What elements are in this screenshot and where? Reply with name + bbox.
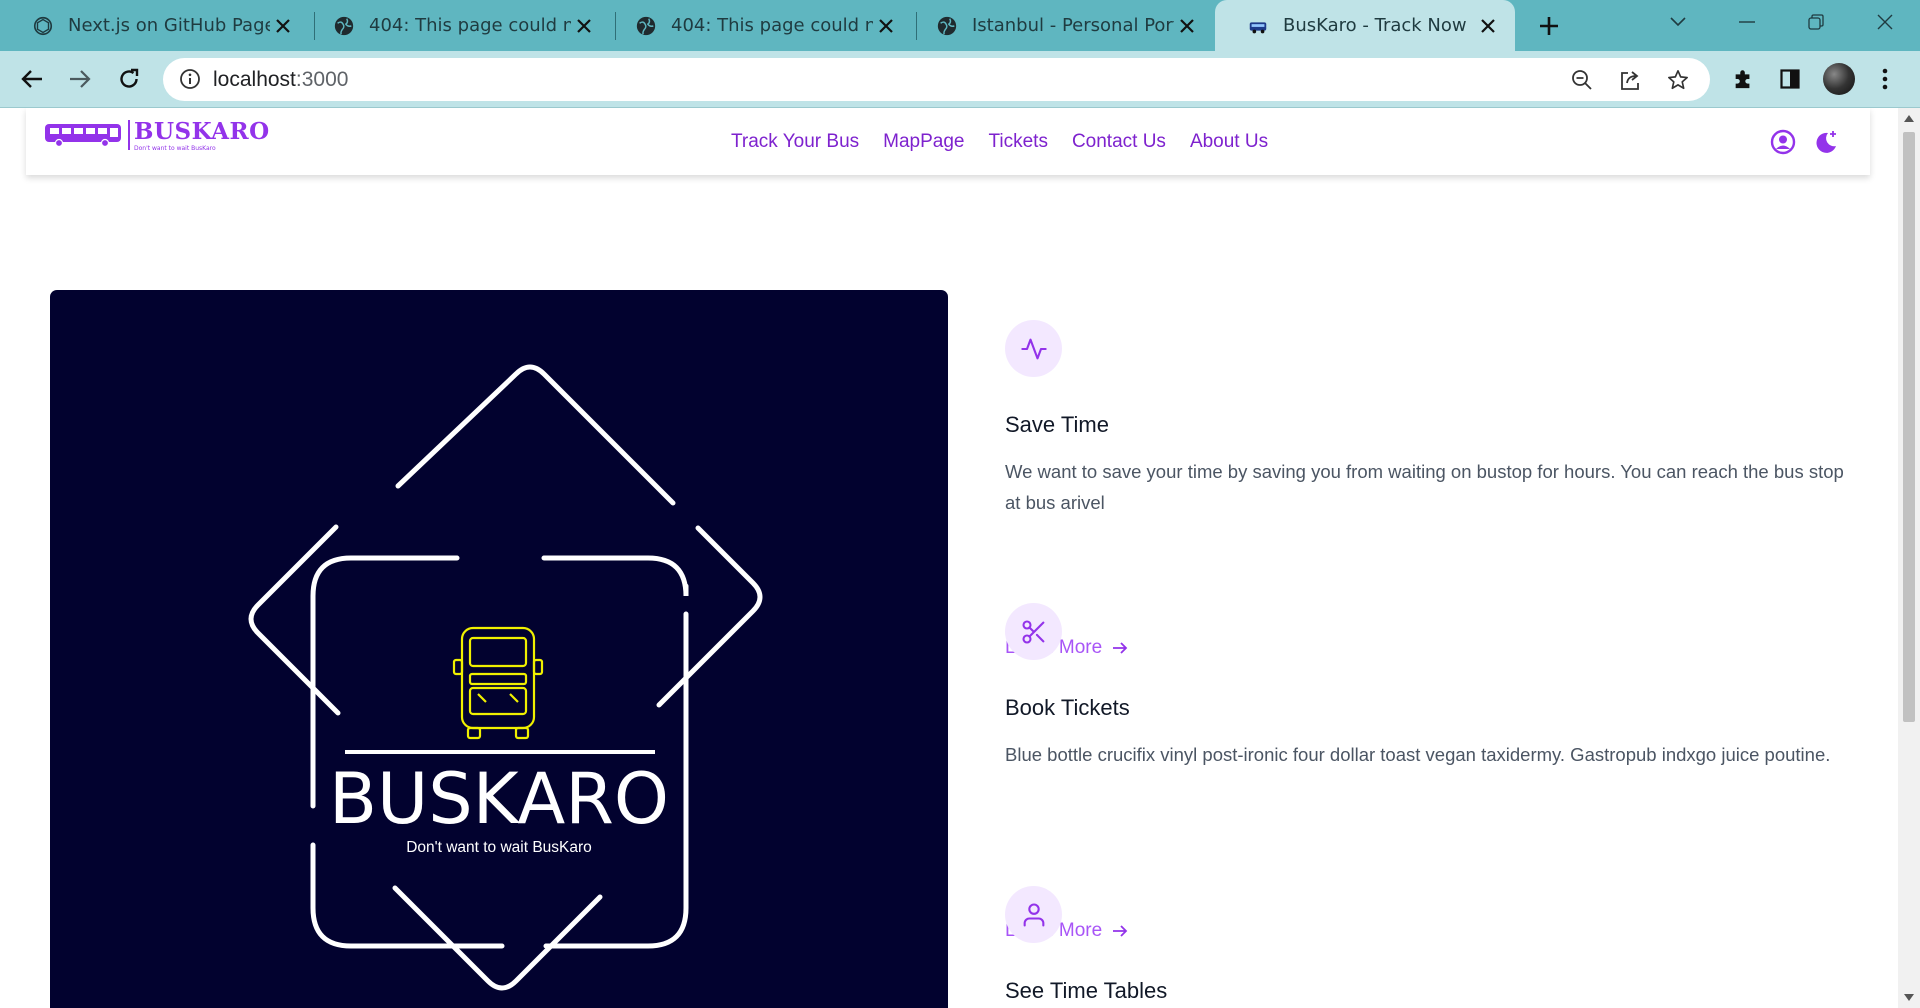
bus-logo-icon bbox=[45, 124, 121, 148]
user-circle-icon bbox=[1770, 129, 1796, 155]
brand-divider bbox=[128, 120, 130, 150]
feature-title: Save Time bbox=[1005, 412, 1109, 437]
account-button[interactable] bbox=[1768, 127, 1798, 157]
nav-link-track-your-bus[interactable]: Track Your Bus bbox=[731, 131, 859, 153]
page-scrollbar[interactable] bbox=[1898, 108, 1920, 1008]
globe-icon bbox=[334, 16, 354, 35]
puzzle-icon bbox=[1735, 70, 1750, 89]
scroll-up-button[interactable] bbox=[1903, 113, 1915, 123]
feature-description: We want to save your time by saving you … bbox=[1005, 461, 1844, 513]
info-icon[interactable] bbox=[179, 68, 201, 90]
feature-description: Blue bottle crucifix vinyl post-ironic f… bbox=[1005, 744, 1831, 765]
close-window-button[interactable] bbox=[1855, 0, 1915, 44]
hero-logo-image: BUSKARO Don't want to wait BusKaro bbox=[50, 290, 948, 1008]
feature-title: See Time Tables bbox=[1005, 978, 1168, 1003]
scissors-icon-circle bbox=[1005, 603, 1062, 660]
close-icon[interactable] bbox=[1475, 13, 1501, 39]
tab-search-button[interactable] bbox=[1648, 0, 1708, 44]
user-icon-circle bbox=[1005, 886, 1062, 943]
profile-avatar[interactable] bbox=[1823, 63, 1855, 95]
minimize-icon bbox=[1739, 21, 1755, 23]
activity-icon-circle bbox=[1005, 320, 1062, 377]
nav-links: Track Your Bus MapPage Tickets Contact U… bbox=[731, 131, 1268, 153]
activity-icon bbox=[1020, 338, 1047, 359]
menu-button[interactable] bbox=[1866, 60, 1904, 98]
tab-nextjs[interactable]: Next.js on GitHub Pages bbox=[0, 0, 310, 51]
reload-icon bbox=[120, 68, 139, 88]
triangle-down-icon bbox=[1904, 993, 1914, 1001]
close-icon bbox=[1877, 14, 1893, 30]
tab-title: 404: This page could not be found bbox=[369, 15, 571, 36]
url-host: localhost bbox=[213, 68, 296, 91]
more-vert-icon bbox=[1882, 68, 1888, 90]
close-icon[interactable] bbox=[873, 13, 899, 39]
tab-strip: Next.js on GitHub Pages 404: This page c… bbox=[0, 0, 1920, 51]
url-text[interactable]: localhost:3000 bbox=[213, 68, 348, 92]
forward-button[interactable] bbox=[61, 60, 99, 98]
address-bar[interactable]: localhost:3000 bbox=[163, 58, 1710, 101]
openai-icon bbox=[33, 16, 53, 35]
close-icon[interactable] bbox=[571, 13, 597, 39]
feature-see-time-tables: See Time Tables bbox=[1005, 886, 1865, 1008]
arrow-right-icon bbox=[70, 70, 91, 88]
reload-button[interactable] bbox=[110, 60, 148, 98]
nav-link-about-us[interactable]: About Us bbox=[1190, 131, 1268, 153]
share-button[interactable] bbox=[1612, 62, 1648, 98]
feature-title: Book Tickets bbox=[1005, 695, 1130, 720]
feature-book-tickets: Book Tickets Blue bottle crucifix vinyl … bbox=[1005, 603, 1865, 941]
site-navbar: BUSKARO Don't want to wait BusKaro Track… bbox=[26, 108, 1870, 175]
nav-link-tickets[interactable]: Tickets bbox=[988, 131, 1047, 153]
side-panel-icon bbox=[1780, 69, 1800, 89]
tab-istanbul[interactable]: Istanbul - Personal Portfolio bbox=[904, 0, 1214, 51]
bookmark-button[interactable] bbox=[1660, 62, 1696, 98]
tab-title: BusKaro - Track Now bbox=[1283, 15, 1467, 36]
restore-icon bbox=[1808, 14, 1824, 30]
scroll-down-button[interactable] bbox=[1903, 992, 1915, 1002]
logo-tagline: Don't want to wait BusKaro bbox=[406, 839, 592, 856]
new-tab-button[interactable] bbox=[1531, 8, 1567, 44]
tab-404-a[interactable]: 404: This page could not be found bbox=[301, 0, 611, 51]
arrow-left-icon bbox=[21, 70, 42, 88]
nav-link-mappage[interactable]: MapPage bbox=[883, 131, 964, 153]
tab-title: Next.js on GitHub Pages bbox=[68, 15, 270, 36]
globe-icon bbox=[937, 16, 957, 35]
zoom-out-icon bbox=[1572, 70, 1592, 90]
triangle-up-icon bbox=[1904, 114, 1914, 122]
brand-name: BUSKARO bbox=[134, 118, 270, 145]
nav-link-contact-us[interactable]: Contact Us bbox=[1072, 131, 1166, 153]
extensions-button[interactable] bbox=[1724, 60, 1762, 98]
tab-title: Istanbul - Personal Portfolio bbox=[972, 15, 1174, 36]
brand-tagline: Don't want to wait BusKaro bbox=[134, 145, 216, 152]
share-icon bbox=[1621, 71, 1639, 90]
globe-icon bbox=[636, 16, 656, 35]
theme-toggle-button[interactable] bbox=[1811, 127, 1841, 157]
tab-title: 404: This page could not be found bbox=[671, 15, 873, 36]
side-panel-button[interactable] bbox=[1771, 60, 1809, 98]
zoom-button[interactable] bbox=[1564, 62, 1600, 98]
buskaro-logo-graphic: BUSKARO Don't want to wait BusKaro bbox=[248, 364, 763, 991]
tab-404-b[interactable]: 404: This page could not be found bbox=[603, 0, 913, 51]
logo-title: BUSKARO bbox=[329, 758, 669, 840]
page-viewport: BUSKARO Don't want to wait BusKaro Track… bbox=[0, 108, 1898, 1008]
feature-save-time: Save Time We want to save your time by s… bbox=[1005, 320, 1865, 658]
scissors-icon bbox=[1021, 619, 1044, 644]
chevron-down-icon bbox=[1670, 17, 1686, 27]
scroll-thumb[interactable] bbox=[1903, 132, 1915, 722]
close-icon[interactable] bbox=[1174, 13, 1200, 39]
restore-button[interactable] bbox=[1786, 0, 1846, 44]
browser-toolbar: localhost:3000 bbox=[0, 51, 1920, 108]
close-icon[interactable] bbox=[270, 13, 296, 39]
star-icon bbox=[1668, 70, 1688, 90]
brand-logo[interactable]: BUSKARO Don't want to wait BusKaro bbox=[44, 120, 270, 152]
url-port: :3000 bbox=[295, 68, 349, 91]
plus-icon bbox=[1540, 17, 1558, 35]
tab-buskaro[interactable]: BusKaro - Track Now bbox=[1215, 0, 1515, 51]
minimize-button[interactable] bbox=[1717, 0, 1777, 44]
back-button[interactable] bbox=[13, 60, 51, 98]
user-icon bbox=[1023, 902, 1044, 927]
bus-icon bbox=[1249, 21, 1267, 33]
bus-outline-icon bbox=[452, 626, 544, 740]
moon-icon bbox=[1816, 131, 1836, 153]
